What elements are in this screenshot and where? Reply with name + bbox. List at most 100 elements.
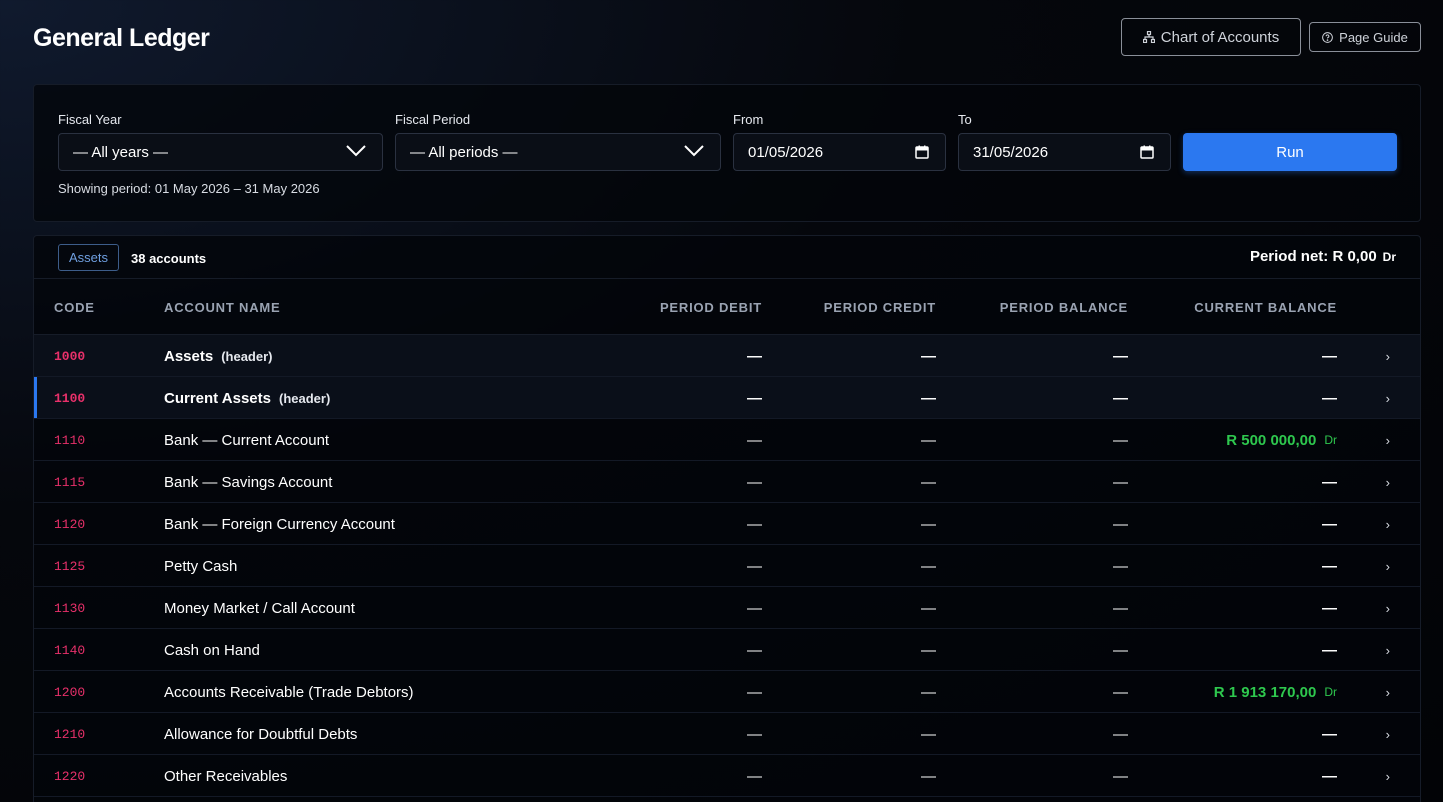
- table-row[interactable]: 1140 Cash on Hand — — — — ›: [34, 629, 1420, 671]
- calendar-icon[interactable]: [1140, 145, 1154, 159]
- account-name: Assets (header): [164, 335, 273, 377]
- account-code: 1100: [54, 390, 86, 406]
- fiscal-year-label: Fiscal Year: [58, 112, 122, 127]
- balance-suffix: Dr: [1324, 433, 1337, 447]
- table-row[interactable]: 1100 Current Assets (header) — — — — ›: [34, 377, 1420, 419]
- fiscal-period-select[interactable]: — All periods —: [395, 133, 721, 171]
- showing-period-text: Showing period: 01 May 2026 – 31 May 202…: [58, 181, 320, 196]
- current-balance-value: —: [1322, 557, 1337, 575]
- to-date-input[interactable]: 31/05/2026: [958, 133, 1171, 171]
- chevron-right-icon[interactable]: ›: [1386, 629, 1390, 671]
- period-debit: —: [747, 683, 762, 701]
- chart-of-accounts-label: Chart of Accounts: [1160, 28, 1280, 46]
- run-button[interactable]: Run: [1183, 133, 1397, 171]
- from-date-value: 01/05/2026: [748, 143, 824, 161]
- account-name: Bank — Current Account: [164, 431, 330, 449]
- table-row[interactable]: 1200 Accounts Receivable (Trade Debtors)…: [34, 671, 1420, 713]
- chevron-right-icon[interactable]: ›: [1386, 713, 1390, 755]
- current-balance: —: [1117, 503, 1337, 545]
- table-row[interactable]: 1115 Bank — Savings Account — — — — ›: [34, 461, 1420, 503]
- fiscal-year-select[interactable]: — All years —: [58, 133, 383, 171]
- period-balance: —: [1113, 431, 1128, 449]
- current-balance-value: —: [1322, 767, 1337, 785]
- fiscal-period-value: — All periods —: [410, 143, 518, 161]
- table-row[interactable]: 1125 Petty Cash — — — — ›: [34, 545, 1420, 587]
- page-title: General Ledger: [33, 24, 210, 52]
- column-header-current-balance[interactable]: CURRENT BALANCE: [1194, 300, 1337, 315]
- chevron-right-icon[interactable]: ›: [1386, 671, 1390, 713]
- chevron-right-icon[interactable]: ›: [1386, 755, 1390, 797]
- account-code: 1110: [54, 432, 86, 448]
- account-code: 1120: [54, 516, 86, 532]
- current-balance-value: R 1 913 170,00: [1213, 683, 1317, 701]
- account-code: 1220: [54, 768, 86, 784]
- column-header-period-credit[interactable]: PERIOD CREDIT: [824, 300, 936, 315]
- to-label: To: [958, 112, 972, 127]
- period-debit: —: [747, 641, 762, 659]
- current-balance-value: R 500 000,00: [1226, 431, 1317, 449]
- column-header-code[interactable]: CODE: [54, 300, 95, 315]
- balance-suffix: Dr: [1324, 685, 1337, 699]
- column-header-account-name[interactable]: ACCOUNT NAME: [164, 300, 280, 315]
- period-balance: —: [1113, 557, 1128, 575]
- period-credit: —: [921, 473, 936, 491]
- chevron-right-icon[interactable]: ›: [1386, 419, 1390, 461]
- table-row[interactable]: 1220 Other Receivables — — — — ›: [34, 755, 1420, 797]
- account-name: Cash on Hand: [164, 641, 260, 659]
- column-header-period-debit[interactable]: PERIOD DEBIT: [660, 300, 762, 315]
- current-balance: —: [1117, 587, 1337, 629]
- period-balance: —: [1008, 335, 1128, 377]
- period-debit: —: [642, 335, 762, 377]
- period-debit: —: [747, 725, 762, 743]
- period-debit-value: —: [747, 347, 762, 365]
- chevron-down-icon: [684, 145, 704, 157]
- current-balance-value: —: [1322, 599, 1337, 617]
- hierarchy-icon: [1142, 31, 1155, 43]
- table-row[interactable]: 1000 Assets (header) — — — — ›: [34, 335, 1420, 377]
- period-net: Period net: R 0,00 Dr: [1250, 248, 1396, 265]
- fiscal-period-label: Fiscal Period: [395, 112, 471, 127]
- table-row[interactable]: 1210 Allowance for Doubtful Debts — — — …: [34, 713, 1420, 755]
- chevron-right-icon[interactable]: ›: [1386, 587, 1390, 629]
- account-code: 1210: [54, 726, 86, 742]
- table-body: 1000 Assets (header) — — — — › 1100 Curre…: [34, 335, 1420, 797]
- current-balance: —: [1117, 755, 1337, 797]
- current-balance-value: —: [1322, 473, 1337, 491]
- to-date-value: 31/05/2026: [973, 143, 1049, 161]
- account-code: 1000: [54, 348, 86, 364]
- account-code: 1115: [54, 474, 86, 490]
- current-balance: R 1 913 170,00 Dr: [1117, 671, 1337, 713]
- chevron-right-icon[interactable]: ›: [1386, 503, 1390, 545]
- period-credit: —: [921, 767, 936, 785]
- chevron-right-icon[interactable]: ›: [1386, 377, 1390, 419]
- period-debit: —: [642, 377, 762, 419]
- account-code: 1125: [54, 558, 86, 574]
- period-debit: —: [747, 515, 762, 533]
- period-debit: —: [747, 557, 762, 575]
- current-balance: —: [1117, 713, 1337, 755]
- period-balance: —: [1113, 683, 1128, 701]
- page-guide-button[interactable]: Page Guide: [1309, 22, 1421, 52]
- period-balance: —: [1113, 473, 1128, 491]
- period-credit: —: [816, 335, 936, 377]
- calendar-icon[interactable]: [915, 145, 929, 159]
- current-balance-value: —: [1322, 515, 1337, 533]
- account-name: Current Assets (header): [164, 377, 330, 419]
- chevron-right-icon[interactable]: ›: [1386, 461, 1390, 503]
- period-credit: —: [921, 515, 936, 533]
- column-header-period-balance[interactable]: PERIOD BALANCE: [1000, 300, 1128, 315]
- chart-of-accounts-button[interactable]: Chart of Accounts: [1121, 18, 1301, 56]
- current-balance-value: —: [1322, 725, 1337, 743]
- chevron-right-icon[interactable]: ›: [1386, 545, 1390, 587]
- account-code: 1140: [54, 642, 86, 658]
- table-row[interactable]: 1130 Money Market / Call Account — — — —…: [34, 587, 1420, 629]
- current-balance: —: [1117, 377, 1337, 419]
- period-credit-value: —: [921, 347, 936, 365]
- table-row[interactable]: 1110 Bank — Current Account — — — R 500 …: [34, 419, 1420, 461]
- chevron-right-icon[interactable]: ›: [1386, 335, 1390, 377]
- from-date-input[interactable]: 01/05/2026: [733, 133, 946, 171]
- period-credit: —: [921, 431, 936, 449]
- period-credit: —: [921, 599, 936, 617]
- category-badge[interactable]: Assets: [58, 244, 120, 271]
- table-row[interactable]: 1120 Bank — Foreign Currency Account — —…: [34, 503, 1420, 545]
